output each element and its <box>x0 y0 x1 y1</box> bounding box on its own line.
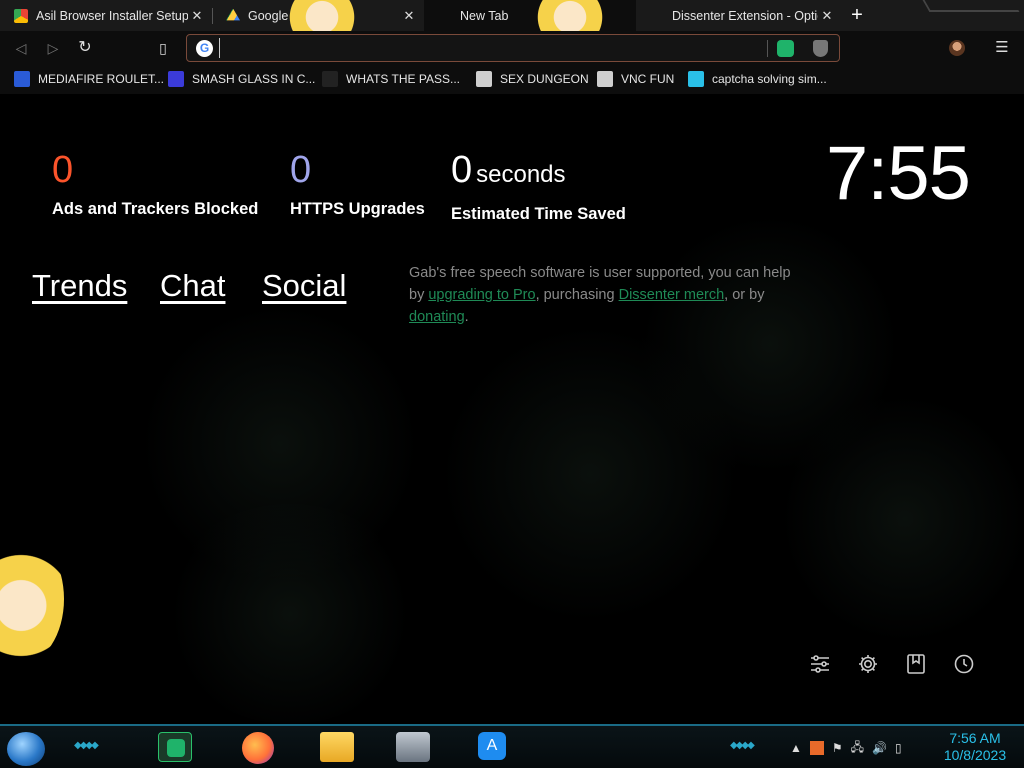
shield-extension-icon[interactable] <box>813 40 828 57</box>
bookmark-label: SEX DUNGEON <box>500 72 589 86</box>
new-tab-button[interactable]: + <box>846 5 868 27</box>
back-button[interactable]: ◁ <box>10 37 32 59</box>
tab-asil-installer[interactable]: Asil Browser Installer Setup.exe ✕ <box>0 0 212 31</box>
system-tray: ▲ ⚑ 🖧 🔊 ▯ <box>790 736 902 760</box>
bookmarks-bar: MEDIAFIRE ROULET... SMASH GLASS IN C... … <box>0 65 1024 94</box>
promo-text: , or by <box>724 287 765 303</box>
show-hidden-icons-icon[interactable]: ▲ <box>790 741 802 755</box>
stat-label: Ads and Trackers Blocked <box>52 200 259 218</box>
dissenter-extension-icon[interactable] <box>777 40 794 57</box>
stat-value: 0 <box>451 149 473 191</box>
taskbar-clock[interactable]: 7:56 AM 10/8/2023 <box>930 730 1020 764</box>
stat-value: 0 <box>52 149 74 191</box>
address-bar[interactable]: G <box>186 34 840 62</box>
cartoon-sticker <box>0 534 64 664</box>
app-store-icon[interactable]: A <box>478 732 506 760</box>
background-decoration <box>780 394 1024 644</box>
promo-text: , purchasing <box>535 287 619 303</box>
triangle-logo-icon <box>688 71 704 87</box>
reload-icon: ↻ <box>78 39 92 56</box>
firefox-icon[interactable] <box>242 732 274 764</box>
bookmark-label: SMASH GLASS IN C... <box>192 72 316 86</box>
bookmark-label: MEDIAFIRE ROULET... <box>38 72 165 86</box>
stat-https-upgrades: 0 HTTPS Upgrades <box>290 150 425 219</box>
divider <box>767 40 768 57</box>
taskbar-decoration: ◆◆◆◆ <box>74 740 99 751</box>
volume-icon[interactable]: 🔊 <box>872 741 887 755</box>
stat-time-saved: 0 seconds Estimated Time Saved <box>451 150 626 224</box>
close-icon[interactable]: ✕ <box>188 8 206 24</box>
bookmark-page-button[interactable]: ▯ <box>152 37 174 59</box>
history-icon[interactable] <box>953 653 975 675</box>
stat-label: Estimated Time Saved <box>451 205 626 223</box>
bookmark-item[interactable]: SEX DUNGEON <box>476 69 589 89</box>
forward-icon: ▷ <box>47 40 59 56</box>
bookmark-label: WHATS THE PASS... <box>346 72 461 86</box>
bookmark-item[interactable]: SMASH GLASS IN C... <box>168 69 315 89</box>
browser-toolbar: ◁ ▷ ↻ ▯ G ☰ <box>0 31 1024 65</box>
taskbar: ◆◆◆◆ A ◆◆◆◆ ▲ ⚑ 🖧 🔊 ▯ 7:56 AM 10/8/2023 <box>0 724 1024 768</box>
action-center-flag-icon[interactable]: ⚑ <box>832 741 843 755</box>
clock: 7:55 <box>826 131 971 216</box>
file-explorer-icon[interactable] <box>320 732 354 762</box>
bookmarks-icon[interactable] <box>905 653 927 675</box>
new-tab-page: 0 Ads and Trackers Blocked 0 HTTPS Upgra… <box>0 94 1024 724</box>
bookmark-label: VNC FUN <box>621 72 675 86</box>
chevron-logo-icon <box>168 71 184 87</box>
tab-dissenter-options[interactable]: Dissenter Extension - Options ✕ <box>636 0 842 31</box>
donate-link[interactable]: donating <box>409 309 465 325</box>
stat-value: 0 <box>290 149 312 191</box>
language-icon[interactable]: ▯ <box>895 741 902 755</box>
close-icon[interactable]: ✕ <box>400 8 418 24</box>
tab-strip: Asil Browser Installer Setup.exe ✕ Googl… <box>0 0 1024 46</box>
network-tool-icon[interactable] <box>396 732 430 762</box>
bookmark-item[interactable]: captcha solving sim... <box>688 69 827 89</box>
gear-icon <box>597 71 613 87</box>
support-message: Gab's free speech software is user suppo… <box>409 262 809 328</box>
website-icon <box>322 71 338 87</box>
stat-ads-blocked: 0 Ads and Trackers Blocked <box>52 150 258 219</box>
back-icon: ◁ <box>15 40 27 56</box>
taskbar-time: 7:56 AM <box>949 730 1001 746</box>
bookmark-label: captcha solving sim... <box>712 72 827 86</box>
tab-title: Asil Browser Installer Setup.exe <box>36 8 188 23</box>
close-icon[interactable]: ✕ <box>818 8 836 24</box>
promo-text: . <box>464 309 469 325</box>
window-frame-decoration <box>922 0 1020 12</box>
google-drive-icon <box>226 8 240 21</box>
trends-link[interactable]: Trends <box>32 268 127 304</box>
menu-icon: ☰ <box>995 39 1009 56</box>
blank-page-icon <box>650 9 664 23</box>
blank-page-icon <box>438 9 452 23</box>
google-search-icon: G <box>196 40 213 57</box>
gear-icon <box>476 71 492 87</box>
taskbar-decoration: ◆◆◆◆ <box>730 740 755 751</box>
network-icon[interactable]: 🖧 <box>851 738 864 759</box>
forward-button[interactable]: ▷ <box>42 37 64 59</box>
gear-icon[interactable] <box>857 653 879 675</box>
background-decoration <box>160 504 420 724</box>
address-input[interactable] <box>219 38 759 58</box>
stat-unit: seconds <box>476 161 566 188</box>
bookmark-icon: ▯ <box>159 40 167 56</box>
profile-avatar[interactable] <box>949 40 965 56</box>
chrome-webstore-icon <box>14 8 28 23</box>
chat-link[interactable]: Chat <box>160 268 225 304</box>
mediafire-icon <box>14 71 30 87</box>
merch-link[interactable]: Dissenter merch <box>619 287 725 303</box>
upgrade-pro-link[interactable]: upgrading to Pro <box>428 287 535 303</box>
office-icon[interactable] <box>809 741 824 755</box>
taskbar-date: 10/8/2023 <box>943 747 1007 763</box>
bookmark-item[interactable]: MEDIAFIRE ROULET... <box>14 69 164 89</box>
tab-title: Dissenter Extension - Options <box>672 8 818 23</box>
social-link[interactable]: Social <box>262 268 346 304</box>
reload-button[interactable]: ↻ <box>74 37 96 59</box>
start-button[interactable] <box>7 732 45 766</box>
bookmark-item[interactable]: VNC FUN <box>597 69 674 89</box>
stat-label: HTTPS Upgrades <box>290 200 425 218</box>
customize-sliders-icon[interactable] <box>809 653 831 675</box>
menu-button[interactable]: ☰ <box>994 38 1010 58</box>
bookmark-item[interactable]: WHATS THE PASS... <box>322 69 460 89</box>
dissenter-browser-icon[interactable] <box>158 732 192 762</box>
